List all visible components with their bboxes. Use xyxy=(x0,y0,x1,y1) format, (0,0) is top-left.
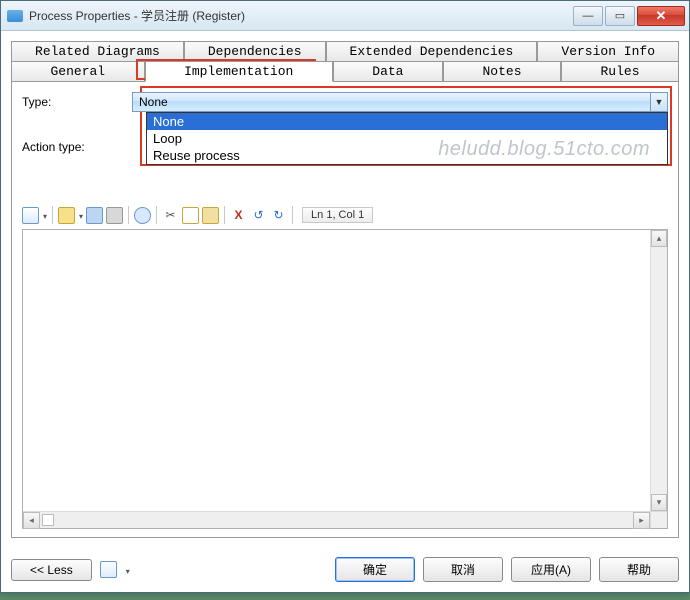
tab-implementation[interactable]: Implementation xyxy=(145,61,333,82)
redo-icon[interactable]: ↻ xyxy=(270,207,287,224)
editor-toolbar: ✂ X ↺ ↻ Ln 1, Col 1 xyxy=(22,204,668,226)
open-dropdown-icon[interactable] xyxy=(78,208,83,222)
separator-icon xyxy=(156,206,157,224)
cut-icon[interactable]: ✂ xyxy=(162,207,179,224)
type-combobox[interactable]: None ▼ xyxy=(132,92,668,112)
tab-panel: Type: None ▼ None Loop Reuse process Act… xyxy=(11,81,679,538)
type-option-reuse-process[interactable]: Reuse process xyxy=(147,147,667,164)
app-icon xyxy=(7,10,23,22)
tab-related-diagrams[interactable]: Related Diagrams xyxy=(11,41,184,61)
tab-version-info[interactable]: Version Info xyxy=(537,41,679,61)
vertical-scrollbar[interactable]: ▴ ▾ xyxy=(650,230,667,511)
print-icon[interactable] xyxy=(106,207,123,224)
separator-icon xyxy=(128,206,129,224)
scroll-left-icon[interactable]: ◂ xyxy=(23,512,40,529)
help-button[interactable]: 帮助 xyxy=(599,557,679,582)
new-icon[interactable] xyxy=(22,207,39,224)
type-dropdown-list[interactable]: None Loop Reuse process xyxy=(146,112,668,165)
ok-button[interactable]: 确定 xyxy=(335,557,415,582)
separator-icon xyxy=(292,206,293,224)
save-icon[interactable] xyxy=(86,207,103,224)
separator-icon xyxy=(224,206,225,224)
type-option-none[interactable]: None xyxy=(147,113,667,130)
maximize-button[interactable]: ▭ xyxy=(605,6,635,26)
copy-icon[interactable] xyxy=(182,207,199,224)
open-icon[interactable] xyxy=(58,207,75,224)
scroll-corner xyxy=(650,511,667,528)
tab-extended-dependencies[interactable]: Extended Dependencies xyxy=(326,41,538,61)
undo-icon[interactable]: ↺ xyxy=(250,207,267,224)
tab-data[interactable]: Data xyxy=(333,61,443,82)
type-label: Type: xyxy=(22,95,132,109)
new-dropdown-icon[interactable] xyxy=(42,208,47,222)
type-combobox-value: None xyxy=(139,95,168,109)
type-option-loop[interactable]: Loop xyxy=(147,130,667,147)
scroll-right-icon[interactable]: ▸ xyxy=(633,512,650,529)
find-icon[interactable] xyxy=(134,207,151,224)
tab-notes[interactable]: Notes xyxy=(443,61,561,82)
tab-dependencies[interactable]: Dependencies xyxy=(184,41,326,61)
tab-rules[interactable]: Rules xyxy=(561,61,679,82)
less-button[interactable]: << Less xyxy=(11,559,92,581)
delete-icon[interactable]: X xyxy=(230,207,247,224)
close-button[interactable]: ✕ xyxy=(637,6,685,26)
minimize-button[interactable]: — xyxy=(573,6,603,26)
tab-general[interactable]: General xyxy=(11,61,145,82)
selection-margin-icon[interactable] xyxy=(42,514,54,526)
cancel-button[interactable]: 取消 xyxy=(423,557,503,582)
title-bar[interactable]: Process Properties - 学员注册 (Register) — ▭… xyxy=(1,1,689,31)
scroll-up-icon[interactable]: ▴ xyxy=(651,230,667,247)
separator-icon xyxy=(52,206,53,224)
footer-menu-dropdown-icon[interactable] xyxy=(125,563,130,577)
chevron-down-icon[interactable]: ▼ xyxy=(650,93,667,111)
horizontal-scrollbar[interactable]: ◂ ▸ xyxy=(23,511,650,528)
apply-button[interactable]: 应用(A) xyxy=(511,557,591,582)
footer-menu-icon[interactable] xyxy=(100,561,117,578)
window-title: Process Properties - 学员注册 (Register) xyxy=(29,7,571,24)
action-type-label: Action type: xyxy=(22,140,132,154)
cursor-position: Ln 1, Col 1 xyxy=(302,207,373,223)
scroll-down-icon[interactable]: ▾ xyxy=(651,494,667,511)
window-frame: Process Properties - 学员注册 (Register) — ▭… xyxy=(0,0,690,593)
paste-icon[interactable] xyxy=(202,207,219,224)
code-editor[interactable]: ▴ ▾ ◂ ▸ xyxy=(22,229,668,529)
